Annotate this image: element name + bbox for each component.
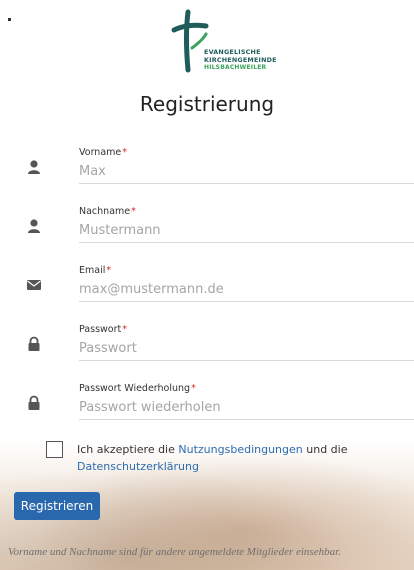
user-icon — [28, 160, 40, 174]
password-input[interactable] — [79, 336, 414, 361]
lock-icon — [28, 336, 40, 351]
field-first-name: Vorname* — [0, 147, 414, 201]
logo-text-line2: KIRCHENGEMEINDE — [204, 56, 277, 64]
privacy-policy-link[interactable]: Datenschutzerklärung — [77, 460, 199, 473]
logo-text-line3: HILSBACHWEILER — [204, 64, 267, 71]
first-name-label: Vorname* — [79, 147, 128, 158]
stray-dot — [8, 18, 11, 21]
lock-icon — [28, 395, 40, 410]
field-email: Email* — [0, 265, 414, 319]
last-name-label: Nachname* — [79, 206, 136, 217]
logo-text-line1: EVANGELISCHE — [204, 48, 261, 56]
password-repeat-input[interactable] — [79, 395, 414, 420]
password-label: Passwort* — [79, 324, 127, 335]
page-title: Registrierung — [139, 92, 275, 116]
password-repeat-label: Passwort Wiederholung* — [79, 383, 196, 394]
terms-checkbox[interactable] — [46, 441, 63, 458]
field-last-name: Nachname* — [0, 206, 414, 260]
first-name-input[interactable] — [79, 159, 414, 184]
terms-of-use-link[interactable]: Nutzungsbedingungen — [178, 443, 302, 456]
terms-text: Ich akzeptiere die Nutzungsbedingungen u… — [77, 443, 348, 473]
envelope-icon — [27, 280, 41, 290]
field-password: Passwort* — [0, 324, 414, 378]
email-input[interactable] — [79, 277, 414, 302]
last-name-input[interactable] — [79, 218, 414, 243]
field-password-repeat: Passwort Wiederholung* — [0, 383, 414, 437]
visibility-note: Vorname und Nachname sind für andere ang… — [8, 546, 341, 558]
church-logo: EVANGELISCHE KIRCHENGEMEINDE HILSBACHWEI… — [170, 8, 280, 74]
user-icon — [28, 219, 40, 233]
register-button[interactable]: Registrieren — [14, 492, 100, 520]
email-label: Email* — [79, 265, 112, 276]
